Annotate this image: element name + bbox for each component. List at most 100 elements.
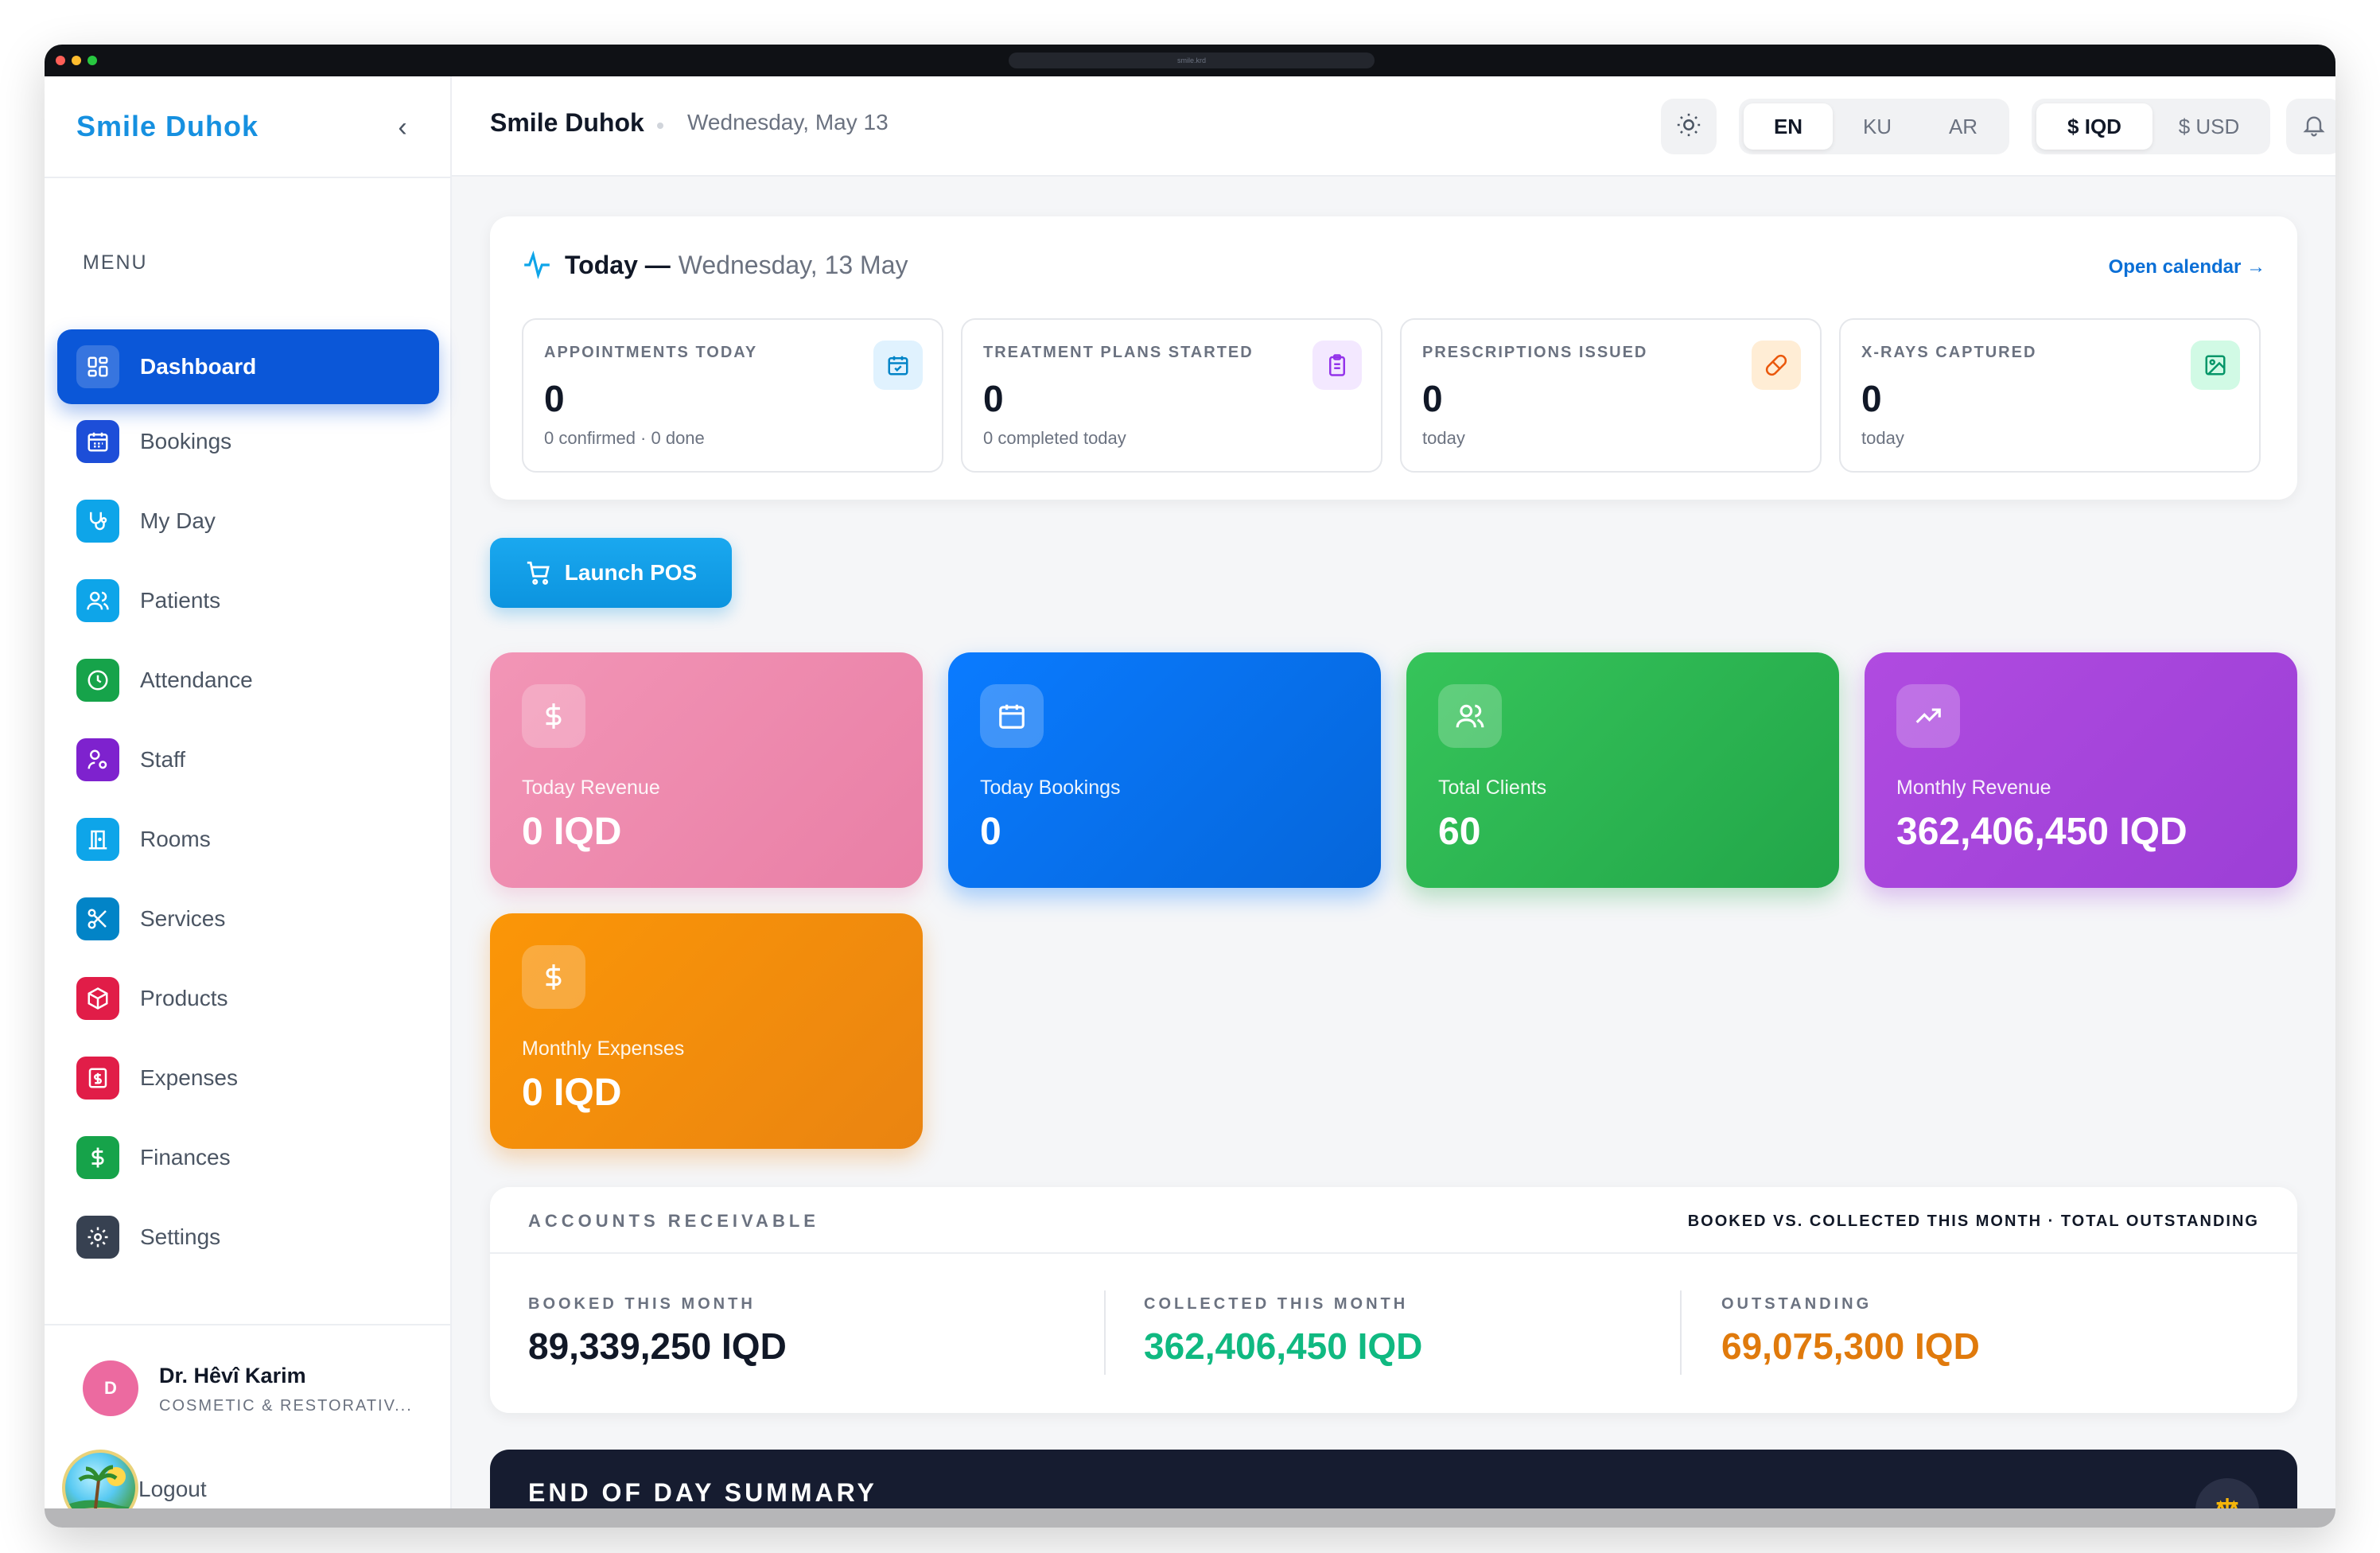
menu-section-label: MENU: [83, 251, 148, 274]
ar-collected-label: COLLECTED THIS MONTH: [1144, 1295, 1409, 1313]
users-icon: [1438, 684, 1502, 748]
dollar-icon: [522, 684, 585, 748]
sidebar-item-label: Staff: [140, 747, 186, 772]
stat-xrays[interactable]: X-RAYS CAPTURED 0 today: [1839, 318, 2261, 473]
stat-appointments-today[interactable]: APPOINTMENTS TODAY 0 0 confirmed · 0 don…: [522, 318, 943, 473]
sidebar-item-services[interactable]: Services: [57, 882, 439, 956]
header-date: Wednesday, May 13: [687, 110, 889, 134]
kpi-value: 60: [1438, 811, 1481, 853]
user-cog-icon: [76, 738, 119, 781]
collapse-sidebar-chevron-icon[interactable]: ‹: [387, 111, 418, 143]
open-calendar-link[interactable]: Open calendar →: [2109, 256, 2265, 278]
currency-option-iqd[interactable]: $ IQD: [2036, 103, 2152, 150]
language-switcher: EN KU AR: [1739, 99, 2009, 154]
sidebar: Smile Duhok ‹ MENU Dashboard Bookings My…: [45, 76, 452, 1528]
ar-outstanding: OUTSTANDING 69,075,300 IQD: [1721, 1295, 1980, 1368]
sidebar-item-expenses[interactable]: Expenses: [57, 1041, 439, 1115]
divider: [490, 1252, 2297, 1254]
theme-toggle-button[interactable]: [1661, 99, 1717, 154]
sidebar-item-dashboard[interactable]: Dashboard: [57, 329, 439, 404]
language-option-en[interactable]: EN: [1744, 103, 1833, 150]
image-icon: [2191, 341, 2240, 390]
kpi-label: Monthly Revenue: [1896, 776, 2051, 799]
user-role: COSMETIC & RESTORATIV...: [159, 1397, 413, 1415]
language-option-ar[interactable]: AR: [1922, 103, 2005, 150]
address-bar[interactable]: smile.krd: [1009, 53, 1375, 68]
stat-subtext: today: [1422, 428, 1465, 448]
kpi-monthly-expenses[interactable]: Monthly Expenses 0 IQD: [490, 913, 923, 1149]
calendar-check-icon: [873, 341, 923, 390]
sidebar-item-label: Bookings: [140, 429, 232, 453]
sun-icon: [1675, 111, 1702, 142]
kpi-value: 0 IQD: [522, 811, 622, 853]
section-title: ACCOUNTS RECEIVABLE: [528, 1211, 819, 1231]
kpi-value: 0: [980, 811, 1001, 853]
minimize-window-dot[interactable]: [72, 56, 81, 65]
avatar[interactable]: D: [83, 1360, 138, 1416]
maximize-window-dot[interactable]: [88, 56, 97, 65]
sidebar-item-label: Patients: [140, 588, 221, 613]
sidebar-item-label: Settings: [140, 1224, 221, 1249]
sidebar-item-bookings[interactable]: Bookings: [57, 404, 439, 479]
stat-subtext: today: [1861, 428, 1904, 448]
door-icon: [76, 818, 119, 861]
sidebar-item-settings[interactable]: Settings: [57, 1200, 439, 1275]
sidebar-brand[interactable]: Smile Duhok: [76, 110, 259, 143]
sidebar-item-staff[interactable]: Staff: [57, 722, 439, 797]
kpi-total-clients[interactable]: Total Clients 60: [1406, 652, 1839, 888]
header-separator-dot: [657, 123, 663, 129]
stat-treatment-plans[interactable]: TREATMENT PLANS STARTED 0 0 completed to…: [961, 318, 1382, 473]
currency-option-usd[interactable]: $ USD: [2152, 103, 2265, 150]
ar-outstanding-value: 69,075,300 IQD: [1721, 1325, 1980, 1367]
sidebar-item-label: Rooms: [140, 827, 211, 851]
today-heading: Today — Wednesday, 13 May: [522, 250, 908, 280]
user-name: Dr. Hêvî Karim: [159, 1364, 306, 1388]
activity-pulse-icon: [522, 250, 552, 280]
stat-value: 0: [1861, 378, 1882, 419]
sidebar-item-finances[interactable]: Finances: [57, 1120, 439, 1195]
bell-icon: [2301, 112, 2327, 142]
launch-pos-button[interactable]: Launch POS: [490, 538, 732, 608]
language-option-ku[interactable]: KU: [1833, 103, 1922, 150]
dollar-icon: [522, 945, 585, 1009]
sidebar-item-label: Dashboard: [140, 354, 257, 379]
sidebar-item-attendance[interactable]: Attendance: [57, 643, 439, 718]
receipt-icon: [76, 1057, 119, 1100]
notifications-button[interactable]: [2286, 99, 2335, 154]
ar-collected-value: 362,406,450 IQD: [1144, 1325, 1423, 1367]
app-window: smile.krd Smile Duhok ‹ MENU Dashboard B…: [45, 45, 2335, 1528]
stat-value: 0: [983, 378, 1004, 419]
sidebar-item-label: Attendance: [140, 668, 253, 692]
stat-value: 0: [1422, 378, 1443, 419]
kpi-today-bookings[interactable]: Today Bookings 0: [948, 652, 1381, 888]
stat-subtext: 0 confirmed · 0 done: [544, 428, 705, 448]
ar-collected: COLLECTED THIS MONTH 362,406,450 IQD: [1144, 1295, 1422, 1368]
dashboard-grid-icon: [76, 345, 119, 388]
sidebar-item-patients[interactable]: Patients: [57, 563, 439, 638]
kpi-today-revenue[interactable]: Today Revenue 0 IQD: [490, 652, 923, 888]
section-subtitle: BOOKED VS. COLLECTED THIS MONTH · TOTAL …: [1687, 1212, 2259, 1230]
window-titlebar: smile.krd: [45, 45, 2335, 76]
clock-icon: [76, 659, 119, 702]
sidebar-item-label: Expenses: [140, 1065, 238, 1090]
kpi-monthly-revenue[interactable]: Monthly Revenue 362,406,450 IQD: [1865, 652, 2297, 888]
close-window-dot[interactable]: [56, 56, 65, 65]
today-summary-card: Today — Wednesday, 13 May Open calendar …: [490, 216, 2297, 500]
stat-prescriptions[interactable]: PRESCRIPTIONS ISSUED 0 today: [1400, 318, 1822, 473]
dollar-icon: [76, 1136, 119, 1179]
column-divider: [1104, 1290, 1106, 1375]
logout-button[interactable]: Logout: [138, 1477, 207, 1502]
ar-booked-value: 89,339,250 IQD: [528, 1325, 787, 1367]
sidebar-item-label: Finances: [140, 1145, 231, 1170]
sidebar-item-my-day[interactable]: My Day: [57, 484, 439, 559]
kpi-label: Today Revenue: [522, 776, 660, 799]
sidebar-item-rooms[interactable]: Rooms: [57, 802, 439, 877]
divider: [45, 1324, 452, 1325]
accounts-receivable-card: ACCOUNTS RECEIVABLE BOOKED VS. COLLECTED…: [490, 1187, 2297, 1413]
divider: [45, 177, 452, 178]
stat-title: APPOINTMENTS TODAY: [544, 344, 758, 361]
gear-icon: [76, 1216, 119, 1259]
window-bottom-bar: [45, 1508, 2335, 1528]
sidebar-item-products[interactable]: Products: [57, 961, 439, 1036]
top-header: Smile Duhok Wednesday, May 13 EN KU AR $…: [452, 76, 2335, 177]
